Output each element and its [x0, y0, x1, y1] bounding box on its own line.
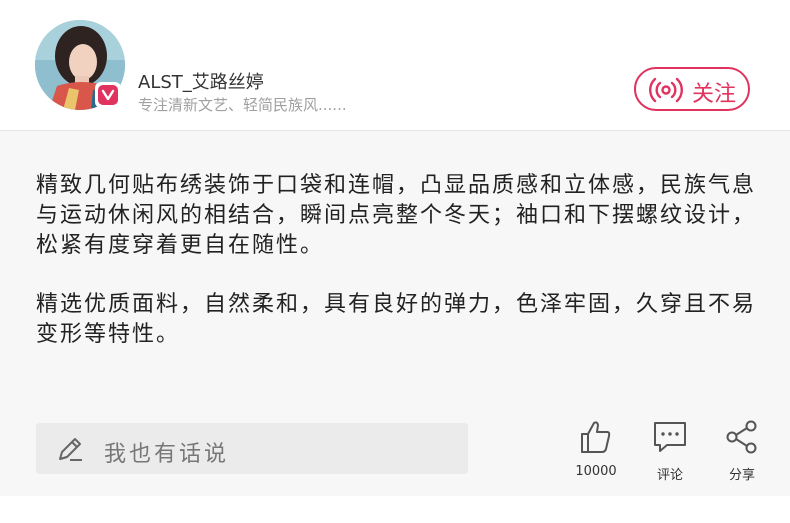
- follow-label: 关注: [692, 82, 737, 107]
- page-footer: [0, 496, 790, 523]
- share-icon: [726, 420, 757, 454]
- share-button[interactable]: 分享: [712, 419, 772, 483]
- post-paragraph: 精选优质面料，自然柔和，具有良好的弹力，色泽牢固，久穿且不易变形等特性。: [36, 292, 757, 347]
- comment-input[interactable]: 我也有话说: [36, 423, 468, 474]
- pen-icon: [59, 438, 82, 461]
- author-bio: 专注清新文艺、轻简民族风......: [138, 96, 347, 114]
- comment-label: 评论: [656, 468, 683, 483]
- broadcast-icon: [649, 77, 683, 103]
- verified-badge: [95, 82, 121, 108]
- comment-button[interactable]: 评论: [640, 419, 700, 483]
- post-content: 精致几何贴布绣装饰于口袋和连帽，凸显品质感和立体感，民族气息与运动休闲风的相结合…: [0, 131, 790, 496]
- comment-icon: [654, 422, 686, 452]
- follow-button[interactable]: 关注: [634, 67, 750, 111]
- like-count: 10000: [575, 464, 617, 479]
- author-name[interactable]: ALST_艾路丝婷: [138, 68, 264, 94]
- like-button[interactable]: 10000: [566, 419, 626, 481]
- comment-input-placeholder: 我也有话说: [104, 442, 230, 467]
- v-badge-icon: [98, 85, 118, 105]
- author-header: ALST_艾路丝婷 专注清新文艺、轻简民族风...... 关注: [0, 0, 790, 131]
- share-label: 分享: [728, 468, 755, 483]
- thumbs-up-icon: [581, 421, 611, 453]
- post-paragraph: 精致几何贴布绣装饰于口袋和连帽，凸显品质感和立体感，民族气息与运动休闲风的相结合…: [36, 173, 757, 258]
- author-avatar[interactable]: [35, 20, 125, 110]
